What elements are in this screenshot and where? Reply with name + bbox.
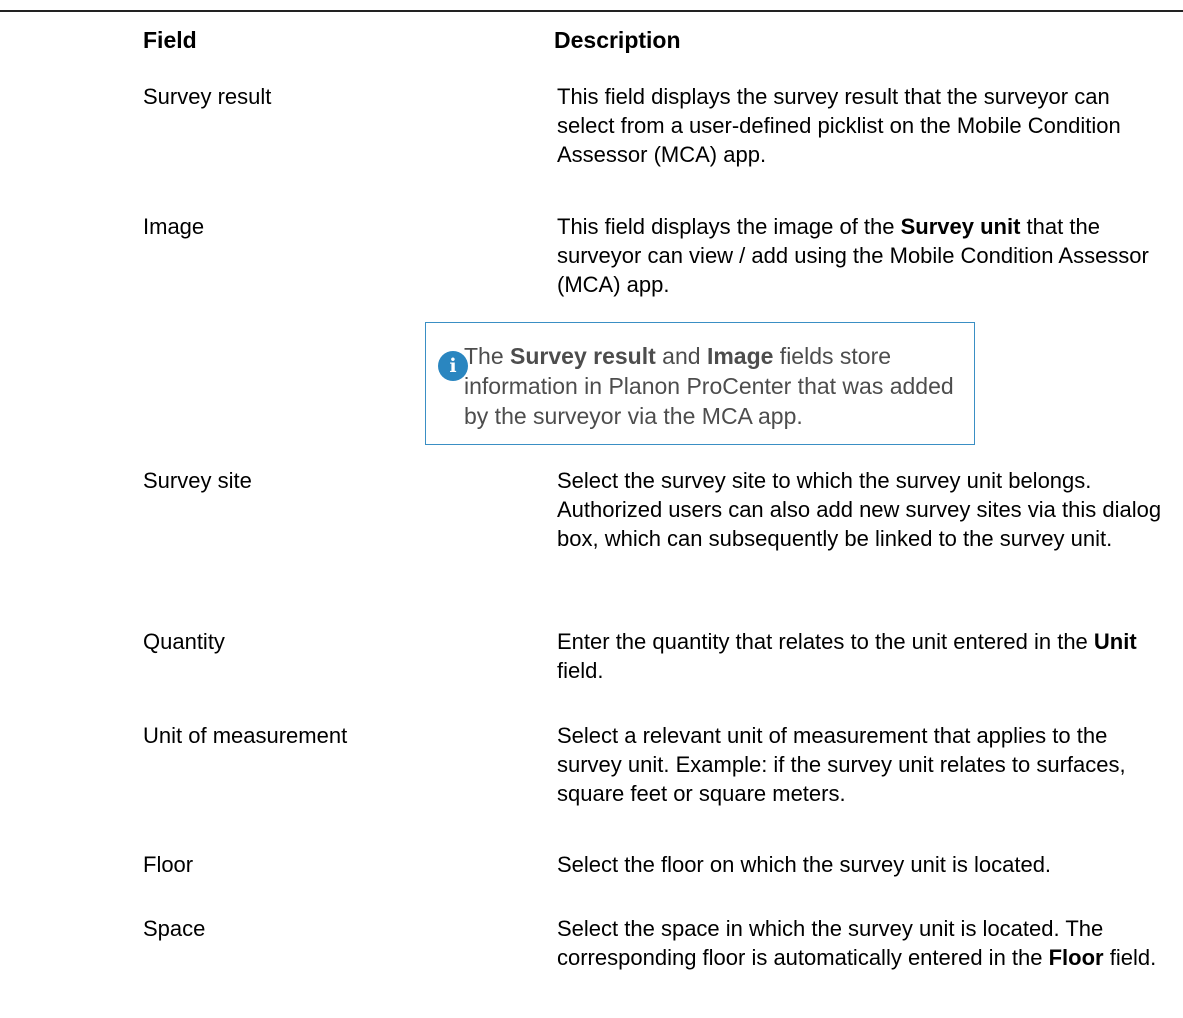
- field-name: Floor: [143, 852, 194, 877]
- field-description: Enter the quantity that relates to the u…: [557, 629, 1137, 683]
- column-header-description: Description: [554, 27, 681, 53]
- emphasized-term: Floor: [1048, 945, 1104, 970]
- info-note: i The Survey result and Image fields sto…: [425, 322, 975, 445]
- field-description: This field displays the image of the Sur…: [557, 214, 1149, 297]
- table-top-rule: [0, 10, 1183, 12]
- info-note-text: The Survey result and Image fields store…: [464, 343, 954, 429]
- field-description: Select the floor on which the survey uni…: [557, 852, 1052, 877]
- field-name: Space: [143, 916, 206, 941]
- field-description: Select the survey site to which the surv…: [557, 468, 1162, 551]
- table-header: Field Description: [0, 22, 1183, 62]
- field-description: Select the space in which the survey uni…: [557, 916, 1157, 970]
- column-header-field: Field: [143, 27, 197, 53]
- field-name: Survey result: [143, 84, 272, 109]
- field-name: Unit of measurement: [143, 723, 348, 748]
- emphasized-term: Unit: [1093, 629, 1137, 654]
- field-name: Survey site: [143, 468, 252, 493]
- field-description: This field displays the survey result th…: [557, 84, 1121, 167]
- emphasized-term: Survey unit: [900, 214, 1021, 239]
- field-description: Select a relevant unit of measurement th…: [557, 723, 1126, 806]
- emphasized-term: Image: [706, 343, 774, 369]
- field-name: Quantity: [143, 629, 225, 654]
- emphasized-term: Survey result: [510, 343, 656, 369]
- field-name: Image: [143, 214, 205, 239]
